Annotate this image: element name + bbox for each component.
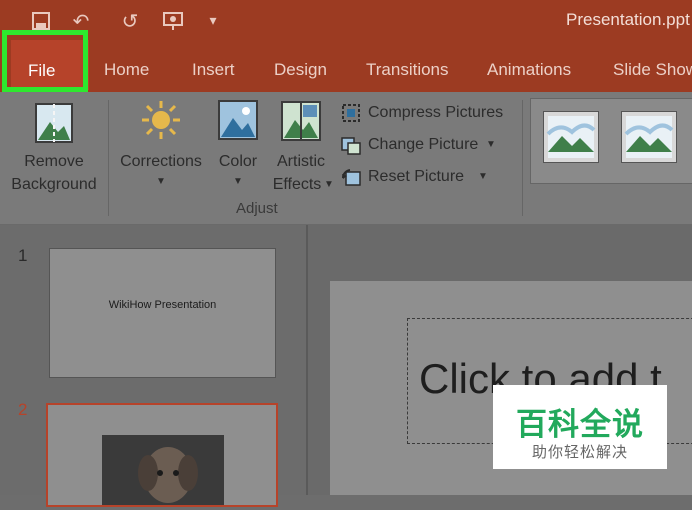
- tab-animations[interactable]: Animations: [487, 60, 571, 80]
- present-icon[interactable]: [160, 8, 186, 34]
- picture-style-option[interactable]: [543, 111, 599, 163]
- change-picture-icon: [341, 137, 361, 155]
- slides-pane: 1 WikiHow Presentation 2: [0, 225, 308, 507]
- adjust-group-label: Adjust: [236, 200, 278, 217]
- slide-thumbnail[interactable]: WikiHow Presentation: [49, 248, 276, 378]
- remove-label-line2: Background: [11, 176, 97, 193]
- redo-icon[interactable]: ↺: [117, 8, 143, 34]
- remove-background-button[interactable]: Remove Background: [4, 96, 104, 196]
- tab-design[interactable]: Design: [274, 60, 327, 80]
- watermark: 百科全说 助你轻松解决: [493, 385, 667, 469]
- slide-thumbnail-selected[interactable]: [46, 403, 278, 507]
- compress-label: Compress Pictures: [368, 104, 504, 121]
- remove-label-line1: Remove: [24, 153, 84, 170]
- compress-icon: [342, 104, 360, 122]
- color-icon: [218, 100, 258, 140]
- file-tab-highlight: [2, 30, 88, 92]
- ribbon-separator: [108, 100, 109, 216]
- color-dropdown-icon: ▼: [233, 176, 243, 187]
- reset-picture-button[interactable]: Reset Picture ▼: [338, 164, 518, 190]
- slide-number: 1: [18, 246, 28, 265]
- customize-icon[interactable]: ▾: [200, 8, 226, 34]
- change-picture-button[interactable]: Change Picture ▼: [338, 132, 518, 158]
- change-picture-label: Change Picture: [368, 136, 479, 153]
- color-button[interactable]: Color ▼: [210, 96, 266, 196]
- reset-picture-icon: [341, 169, 361, 186]
- title-bar: ↶ ↺ ▾ Presentation.ppt: [0, 0, 692, 44]
- artistic-label-line2: Effects: [272, 176, 322, 193]
- picture-styles-gallery: [530, 98, 692, 184]
- change-picture-dropdown-icon: ▼: [486, 139, 496, 150]
- slide-thumbnail-title: WikiHow Presentation: [108, 299, 217, 311]
- compress-pictures-button[interactable]: Compress Pictures: [338, 100, 518, 126]
- artistic-effects-icon: [281, 101, 321, 141]
- document-title: Presentation.ppt: [566, 10, 690, 29]
- artistic-dropdown-icon: ▼: [324, 179, 334, 190]
- watermark-subtitle: 助你轻松解决: [531, 444, 628, 461]
- corrections-dropdown-icon: ▼: [156, 176, 166, 187]
- ribbon-separator: [522, 100, 523, 216]
- corrections-icon: [142, 101, 180, 139]
- tab-transitions[interactable]: Transitions: [366, 60, 449, 80]
- ribbon-tabs: Home Insert Design Transitions Animation…: [0, 44, 692, 92]
- picture-style-option[interactable]: [621, 111, 677, 163]
- corrections-button[interactable]: Corrections ▼: [114, 96, 208, 196]
- tab-home[interactable]: Home: [104, 60, 149, 80]
- artistic-label-line1: Artistic: [277, 153, 325, 170]
- reset-picture-label: Reset Picture: [368, 168, 465, 185]
- artistic-effects-button[interactable]: Artistic Effects ▼: [266, 96, 336, 196]
- remove-background-icon: [35, 103, 73, 143]
- watermark-title: 百科全说: [516, 407, 644, 442]
- slide-number: 2: [18, 400, 28, 419]
- reset-picture-dropdown-icon: ▼: [478, 171, 488, 182]
- tab-insert[interactable]: Insert: [192, 60, 235, 80]
- ribbon: Remove Background Corrections ▼ Color ▼: [0, 92, 692, 225]
- tab-slide-show[interactable]: Slide Show: [613, 60, 692, 80]
